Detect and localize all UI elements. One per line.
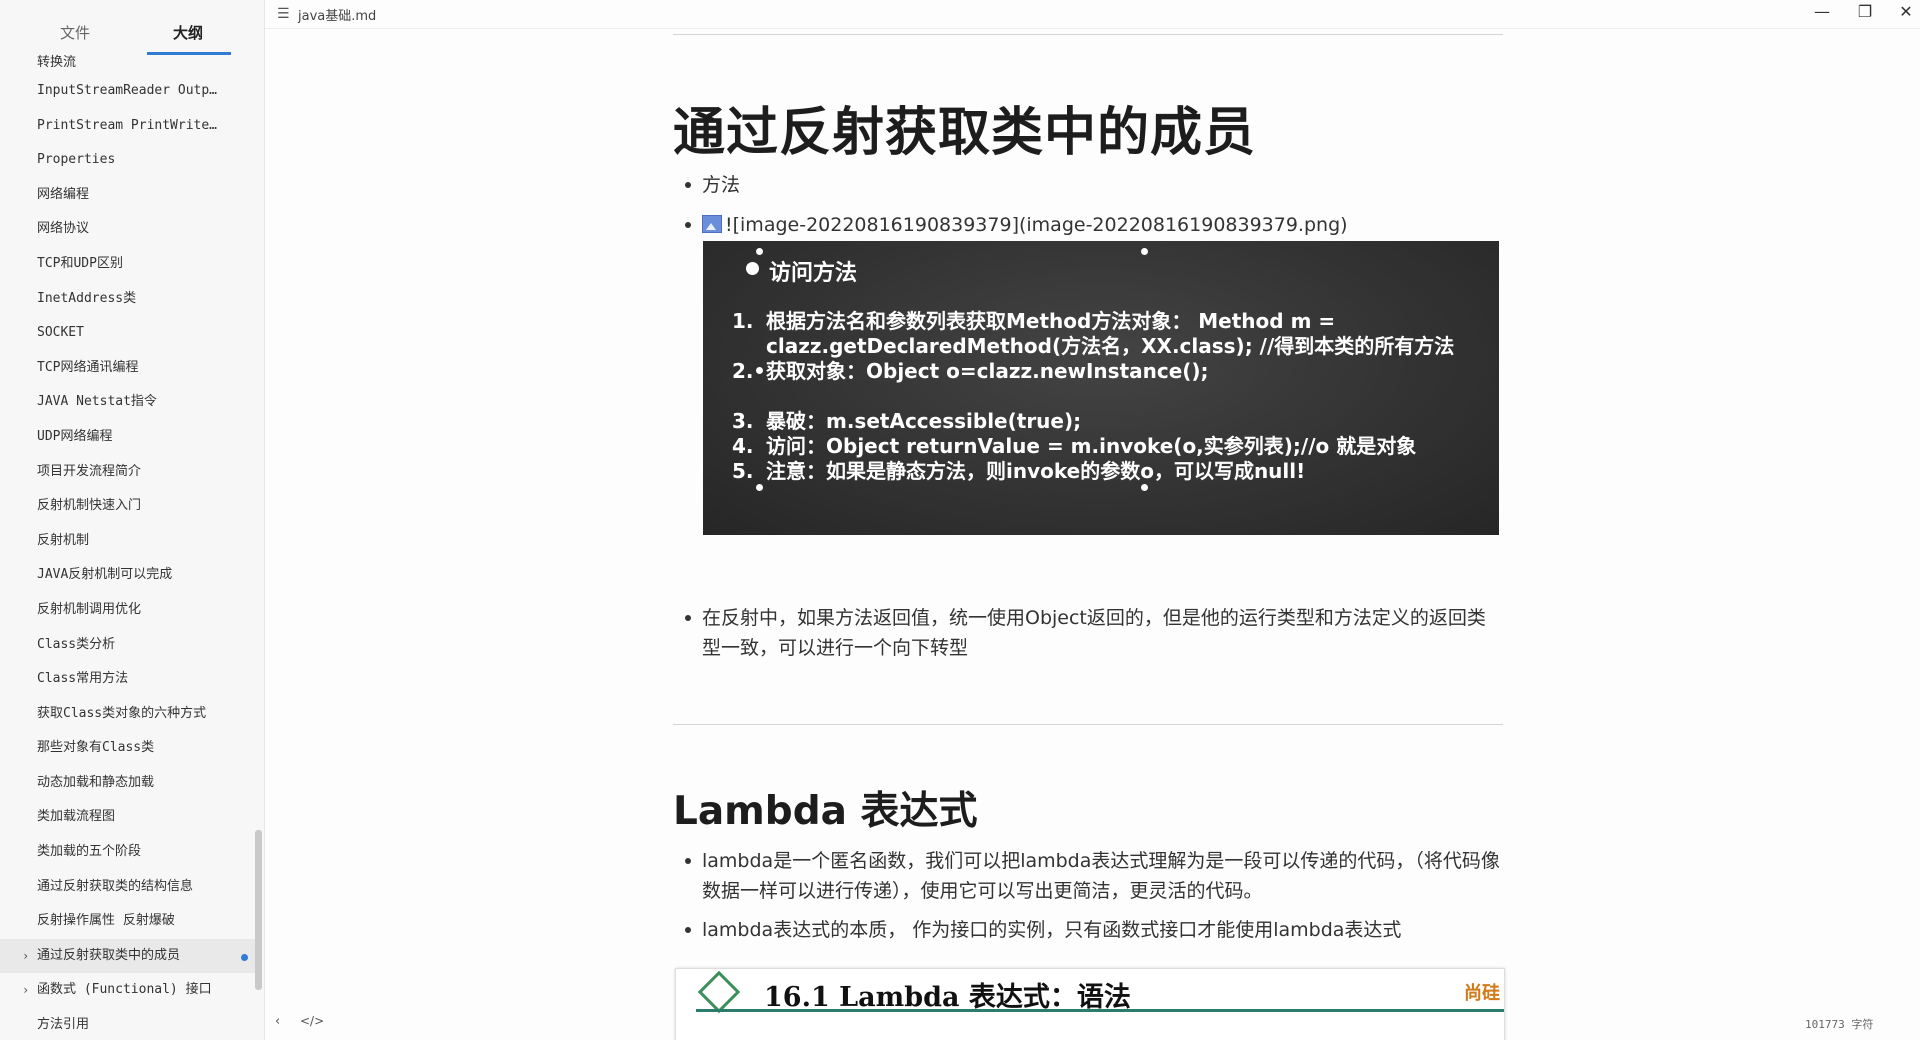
hamburger-icon[interactable]: ☰ (277, 6, 290, 22)
outline-item[interactable]: 转换流 (0, 52, 232, 74)
outline-item[interactable]: 网络编程 (0, 178, 232, 213)
current-position-dot (241, 953, 248, 961)
outline-item-label: 函数式 (Functional) 接口 (37, 982, 212, 998)
outline-item[interactable]: 反射操作属性 反射爆破 (0, 904, 232, 939)
board-heading: 访问方法 (745, 255, 857, 287)
outline-item[interactable]: TCP和UDP区别 (0, 247, 232, 282)
outline-item[interactable]: 反射机制 (0, 524, 232, 559)
board-line: 4. 访问：Object returnValue = m.invoke(o,实参… (732, 434, 1486, 459)
embedded-image-lambda-slide[interactable]: 16.1 Lambda 表达式：语法 尚硅 (675, 968, 1505, 1040)
horizontal-rule (673, 34, 1503, 35)
outline-item[interactable]: 获取Class类对象的六种方式 (0, 697, 232, 732)
outline-item[interactable]: 方法引用 (0, 1008, 232, 1040)
sidebar-tabs: 文件 大纲 (0, 0, 264, 56)
list-item: 在反射中，如果方法返回值，统一使用Object返回的，但是他的运行类型和方法定义… (685, 603, 1502, 663)
outline-item[interactable]: 那些对象有Class类 (0, 731, 232, 766)
outline-item[interactable]: 反射机制快速入门 (0, 489, 232, 524)
outline-item-active[interactable]: › 通过反射获取类中的成员 (0, 938, 260, 974)
outline-item[interactable]: JAVA反射机制可以完成 (0, 558, 232, 593)
slide-brand: 尚硅 (1464, 983, 1500, 1004)
outline-item[interactable]: 类加载的五个阶段 (0, 835, 232, 870)
outline-item[interactable]: 通过反射获取类的结构信息 (0, 870, 232, 905)
outline-list: 转换流 InputStreamReader Outp… PrintStream … (0, 55, 264, 1040)
sidebar-scrollbar[interactable] (255, 830, 262, 990)
image-icon (702, 215, 722, 233)
slide-divider (696, 1009, 1504, 1012)
horizontal-rule (673, 724, 1503, 725)
list-item-image: ![image-20220816190839379](image-2022081… (685, 210, 1502, 240)
heading-h1: 通过反射获取类中的成员 (673, 103, 1257, 163)
board-line: 5. 注意：如果是静态方法，则invoke的参数o，可以写成null! (732, 459, 1486, 484)
resize-handle[interactable] (756, 484, 763, 491)
outline-item[interactable]: 动态加载和静态加载 (0, 766, 232, 801)
outline-item[interactable]: 反射机制调用优化 (0, 593, 232, 628)
chevron-right-icon[interactable]: › (22, 939, 29, 974)
outline-item[interactable]: 网络协议 (0, 212, 232, 247)
outline-item[interactable]: Class常用方法 (0, 662, 232, 697)
outline-item[interactable]: InetAddress类 (0, 282, 232, 317)
tab-files[interactable]: 文件 (30, 22, 120, 43)
slide-logo-icon (697, 970, 741, 1014)
outline-item[interactable]: JAVA Netstat指令 (0, 385, 232, 420)
outline-item-label: 通过反射获取类中的成员 (37, 947, 181, 963)
board-line-number: 1. (732, 309, 754, 333)
title-bar: ☰ java基础.md — ❐ ✕ (265, 0, 1920, 29)
outline-item[interactable]: 项目开发流程简介 (0, 455, 232, 490)
heading-h2: Lambda 表达式 (673, 789, 978, 834)
outline-item[interactable]: UDP网络编程 (0, 420, 232, 455)
board-line-number: 2. (732, 359, 754, 383)
board-line-number: 3. (732, 409, 754, 433)
outline-item[interactable]: › 函数式 (Functional) 接口 (0, 973, 232, 1008)
minimize-button[interactable]: — (1807, 2, 1837, 21)
board-line: 1. 根据方法名和参数列表获取Method方法对象： Method m = cl… (732, 309, 1486, 359)
outline-item[interactable]: 类加载流程图 (0, 800, 232, 835)
board-line: 3. 暴破：m.setAccessible(true); (732, 409, 1486, 434)
board-line-text: 获取对象：Object o=clazz.newInstance(); (766, 359, 1209, 383)
close-button[interactable]: ✕ (1891, 2, 1920, 21)
list-item: lambda是一个匿名函数，我们可以把lambda表达式理解为是一段可以传递的代… (685, 846, 1502, 906)
outline-item[interactable]: SOCKET (0, 316, 232, 351)
word-count[interactable]: 101773 字符 (1805, 1016, 1873, 1032)
resize-handle[interactable] (1141, 484, 1148, 491)
list-item: lambda表达式的本质， 作为接口的实例，只有函数式接口才能使用lambda表… (685, 915, 1502, 945)
board-line-text: 访问：Object returnValue = m.invoke(o,实参列表)… (766, 434, 1417, 458)
image-markdown-source[interactable]: ![image-20220816190839379](image-2022081… (725, 214, 1348, 236)
outline-item[interactable]: Class类分析 (0, 628, 232, 663)
tab-outline[interactable]: 大纲 (143, 22, 233, 43)
resize-handle[interactable] (1141, 248, 1148, 255)
restore-button[interactable]: ❐ (1850, 2, 1880, 21)
outline-item[interactable]: TCP网络通讯编程 (0, 351, 232, 386)
board-line-text: 根据方法名和参数列表获取Method方法对象： Method m = clazz… (766, 309, 1455, 358)
board-line-number: 5. (732, 459, 754, 483)
window-title: java基础.md (298, 9, 377, 24)
board-line: 2. 获取对象：Object o=clazz.newInstance(); (732, 359, 1486, 384)
editor-content[interactable]: 通过反射获取类中的成员 方法 ![image-20220816190839379… (265, 28, 1920, 1040)
resize-handle[interactable] (756, 248, 763, 255)
board-line-number: 4. (732, 434, 754, 458)
outline-item[interactable]: PrintStream PrintWrite… (0, 109, 232, 144)
outline-item[interactable]: InputStreamReader Outp… (0, 74, 232, 109)
chevron-right-icon[interactable]: › (22, 973, 29, 1008)
outline-item[interactable]: Properties (0, 143, 232, 178)
board-line-text: 暴破：m.setAccessible(true); (766, 409, 1082, 433)
back-icon[interactable]: ‹ (275, 1014, 280, 1029)
sidebar: 文件 大纲 转换流 InputStreamReader Outp… PrintS… (0, 0, 265, 1040)
embedded-image-blackboard[interactable]: 访问方法 1. 根据方法名和参数列表获取Method方法对象： Method m… (703, 241, 1499, 535)
resize-handle[interactable] (756, 367, 763, 374)
source-mode-icon[interactable]: </> (300, 1014, 324, 1028)
board-line-text: 注意：如果是静态方法，则invoke的参数o，可以写成null! (766, 459, 1306, 483)
list-item: 方法 (685, 170, 1502, 200)
